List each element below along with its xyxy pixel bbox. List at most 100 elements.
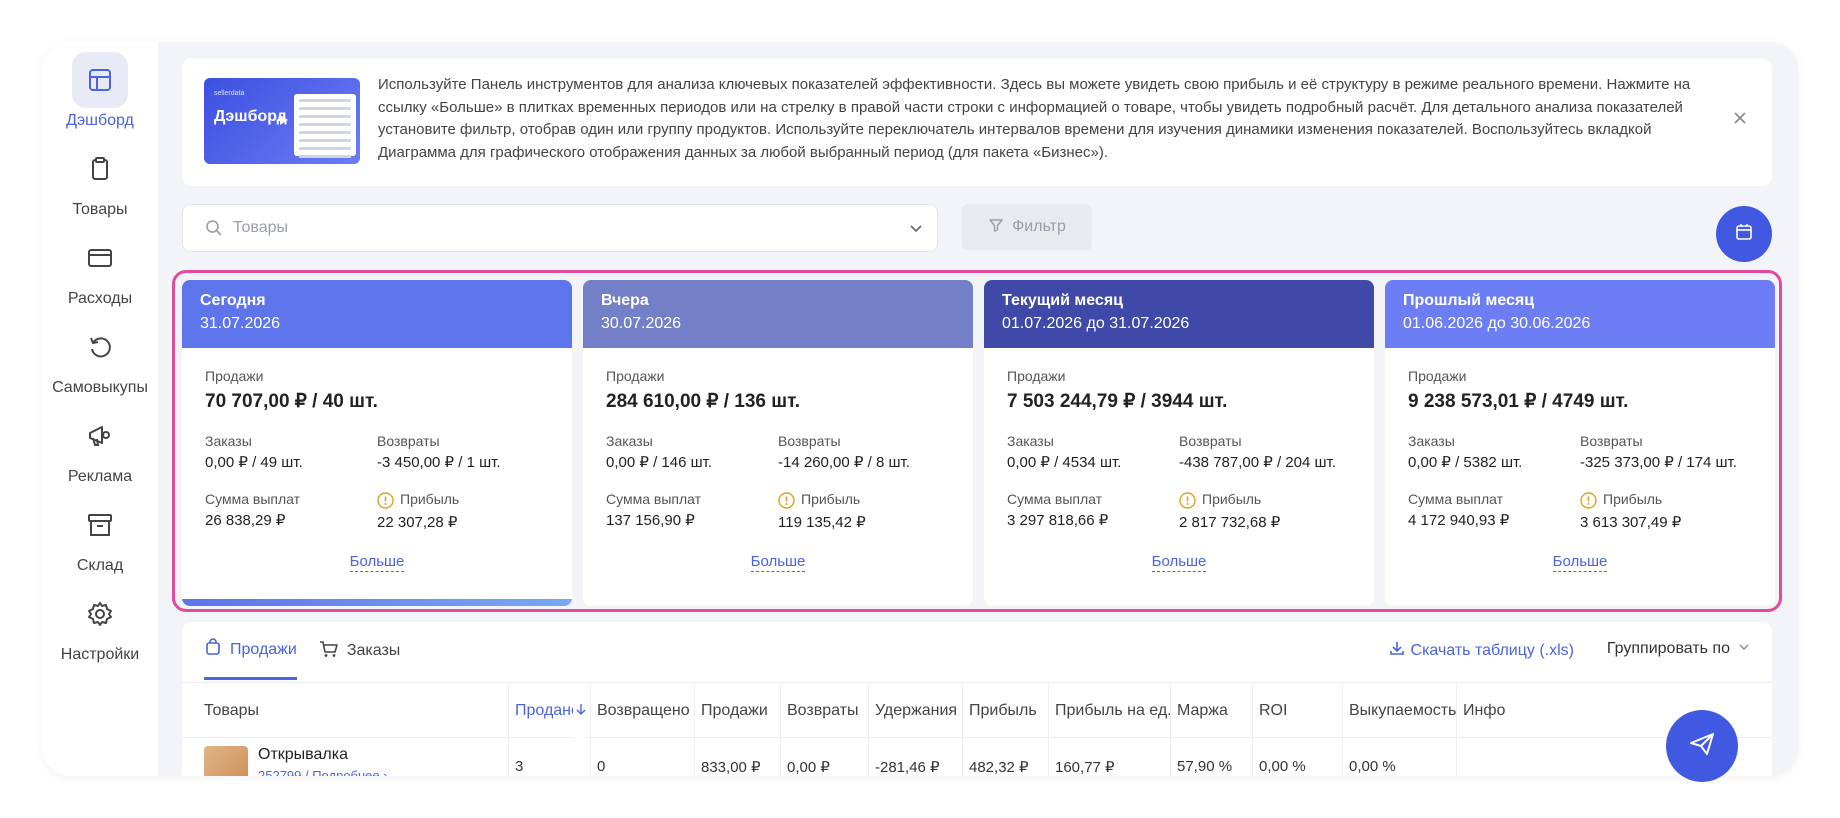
info-banner: sellerdata Дэшборд Используйте Панель ин… xyxy=(182,58,1772,186)
tab-sales[interactable]: Продажи xyxy=(204,622,297,680)
table-header: Товары Продано Возвращено Продажи Возвра… xyxy=(182,682,1772,739)
chevron-down-icon[interactable] xyxy=(909,221,923,240)
returns-label: Возвраты xyxy=(778,433,841,449)
returns-label: Возвраты xyxy=(1179,433,1242,449)
warning-icon[interactable] xyxy=(1580,492,1597,509)
cart-icon xyxy=(319,640,339,663)
group-by-dropdown[interactable]: Группировать по xyxy=(1607,640,1750,658)
profit-label: Прибыль xyxy=(801,491,861,507)
sales-value: 284 610,00 ₽ / 136 шт. xyxy=(606,391,801,412)
card-body: Продажи 9 238 573,01 ₽ / 4749 шт. Заказы… xyxy=(1385,348,1775,572)
cell-buyout-rate: 0,00 % xyxy=(1342,738,1456,776)
sidebar-item-products[interactable]: Товары xyxy=(42,141,158,219)
filter-button[interactable]: Фильтр xyxy=(962,204,1092,250)
period-card-yesterday[interactable]: Вчера 30.07.2026 Продажи 284 610,00 ₽ / … xyxy=(583,280,973,606)
profit-value: 2 817 732,68 ₽ xyxy=(1179,513,1281,531)
column-header-sales[interactable]: Продажи xyxy=(694,683,780,739)
returns-value: -3 450,00 ₽ / 1 шт. xyxy=(377,454,501,471)
tab-orders[interactable]: Заказы xyxy=(319,622,400,680)
sidebar-item-warehouse[interactable]: Склад xyxy=(42,497,158,575)
warning-icon[interactable] xyxy=(1179,492,1196,509)
sidebar-item-label: Склад xyxy=(76,557,124,574)
card-date: 31.07.2026 xyxy=(200,315,281,332)
archive-icon xyxy=(72,497,128,553)
card-date: 01.06.2026 до 30.06.2026 xyxy=(1403,315,1591,332)
orders-label: Заказы xyxy=(205,433,252,449)
returns-label: Возвраты xyxy=(377,433,440,449)
product-thumbnail xyxy=(204,746,248,776)
sidebar-item-label: Реклама xyxy=(67,468,133,485)
bag-icon xyxy=(204,638,222,661)
card-icon xyxy=(72,230,128,286)
download-table-link[interactable]: Скачать таблицу (.xls) xyxy=(1389,640,1574,661)
sort-desc-icon xyxy=(573,683,586,739)
column-header-buyout-rate[interactable]: Выкупаемость xyxy=(1342,683,1456,739)
sidebar-item-buyouts[interactable]: Самовыкупы xyxy=(42,319,158,397)
sidebar-item-label: Настройки xyxy=(60,646,140,663)
sidebar-item-label: Товары xyxy=(72,201,128,218)
product-details-link[interactable]: 252799 / Подробнее › xyxy=(258,768,388,776)
product-search[interactable] xyxy=(182,204,938,252)
column-header-margin[interactable]: Маржа xyxy=(1170,683,1252,739)
table-row[interactable]: Открывалка 252799 / Подробнее › 3 0 833,… xyxy=(182,738,1772,776)
warning-icon[interactable] xyxy=(377,492,394,509)
column-header-profit[interactable]: Прибыль xyxy=(962,683,1048,739)
data-table-panel: Продажи Заказы Скачать таблицу (.xls) Гр… xyxy=(182,622,1772,776)
send-message-button[interactable] xyxy=(1666,710,1738,782)
card-header: Прошлый месяц 01.06.2026 до 30.06.2026 xyxy=(1385,280,1775,348)
orders-value: 0,00 ₽ / 49 шт. xyxy=(205,454,303,471)
payout-label: Сумма выплат xyxy=(1007,491,1103,507)
payout-value: 3 297 818,66 ₽ xyxy=(1007,512,1109,529)
gear-icon xyxy=(72,586,128,642)
orders-label: Заказы xyxy=(1408,433,1455,449)
paper-plane-icon xyxy=(1688,730,1716,763)
column-header-returned[interactable]: Возвращено xyxy=(590,683,694,739)
more-link[interactable]: Больше xyxy=(349,552,405,572)
orders-value: 0,00 ₽ / 146 шт. xyxy=(606,454,713,471)
warning-icon[interactable] xyxy=(778,492,795,509)
card-header: Сегодня 31.07.2026 xyxy=(182,280,572,348)
cell-returned: 0 xyxy=(590,738,694,776)
sidebar-item-ads[interactable]: Реклама xyxy=(42,408,158,486)
search-input[interactable] xyxy=(233,215,833,241)
cell-returns: 0,00 ₽ xyxy=(780,738,868,776)
returns-value: -325 373,00 ₽ / 174 шт. xyxy=(1580,454,1737,471)
orders-value: 0,00 ₽ / 4534 шт. xyxy=(1007,454,1122,471)
more-link[interactable]: Больше xyxy=(1552,552,1608,572)
card-header: Текущий месяц 01.07.2026 до 31.07.2026 xyxy=(984,280,1374,348)
column-header-sold[interactable]: Продано xyxy=(508,683,590,739)
sales-label: Продажи xyxy=(1007,368,1066,384)
product-name: Открывалка xyxy=(258,746,348,763)
returns-value: -438 787,00 ₽ / 204 шт. xyxy=(1179,454,1336,471)
date-range-button[interactable] xyxy=(1716,206,1772,262)
period-card-today[interactable]: Сегодня 31.07.2026 Продажи 70 707,00 ₽ /… xyxy=(182,280,572,606)
column-header-roi[interactable]: ROI xyxy=(1252,683,1342,739)
profit-label: Прибыль xyxy=(400,491,460,507)
period-card-current-month[interactable]: Текущий месяц 01.07.2026 до 31.07.2026 П… xyxy=(984,280,1374,606)
more-link[interactable]: Больше xyxy=(750,552,806,572)
returns-label: Возвраты xyxy=(1580,433,1643,449)
cell-info xyxy=(1456,738,1536,776)
column-header-profit-per-unit[interactable]: Прибыль на ед. xyxy=(1048,683,1170,739)
sidebar-item-dashboard[interactable]: Дэшборд xyxy=(42,52,158,130)
group-by-label: Группировать по xyxy=(1606,640,1730,657)
dashboard-icon xyxy=(72,52,128,108)
cell-roi: 0,00 % xyxy=(1252,738,1342,776)
column-header-products[interactable]: Товары xyxy=(182,683,508,739)
sidebar-item-expenses[interactable]: Расходы xyxy=(42,230,158,308)
column-header-deductions[interactable]: Удержания xyxy=(868,683,962,739)
period-card-last-month[interactable]: Прошлый месяц 01.06.2026 до 30.06.2026 П… xyxy=(1385,280,1775,606)
card-title: Прошлый месяц xyxy=(1403,292,1535,309)
download-label: Скачать таблицу (.xls) xyxy=(1410,641,1574,659)
banner-video-thumbnail[interactable]: sellerdata Дэшборд xyxy=(204,78,360,164)
sidebar-item-settings[interactable]: Настройки xyxy=(42,586,158,664)
column-header-info[interactable]: Инфо xyxy=(1456,683,1536,739)
more-link[interactable]: Больше xyxy=(1151,552,1207,572)
card-header: Вчера 30.07.2026 xyxy=(583,280,973,348)
close-icon[interactable] xyxy=(1728,106,1752,130)
calendar-icon xyxy=(1734,222,1754,247)
column-header-returns[interactable]: Возвраты xyxy=(780,683,868,739)
play-icon xyxy=(280,115,288,125)
card-body: Продажи 70 707,00 ₽ / 40 шт. Заказы 0,00 … xyxy=(182,348,572,572)
cell-sales: 833,00 ₽ xyxy=(694,738,780,776)
